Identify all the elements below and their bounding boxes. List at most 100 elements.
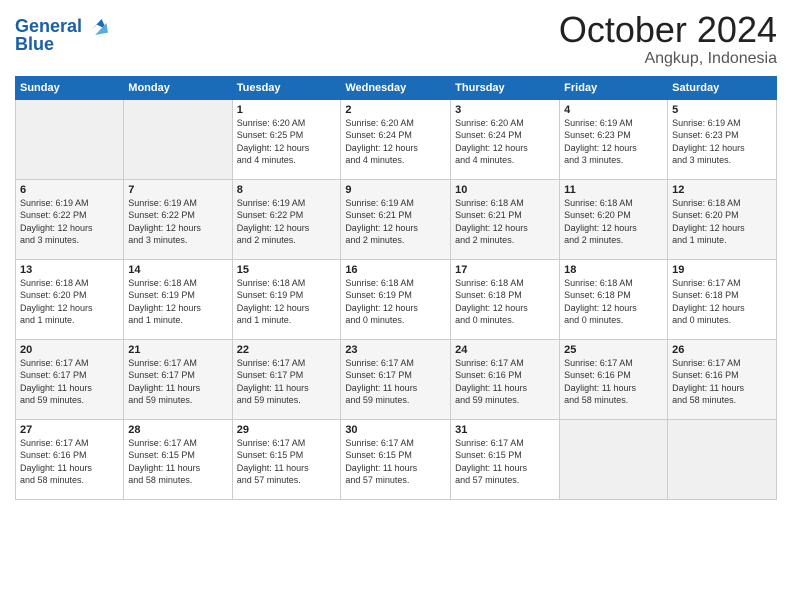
- day-number: 3: [455, 104, 555, 116]
- calendar-cell: 29Sunrise: 6:17 AM Sunset: 6:15 PM Dayli…: [232, 419, 341, 499]
- day-info: Sunrise: 6:19 AM Sunset: 6:23 PM Dayligh…: [564, 117, 663, 167]
- col-wednesday: Wednesday: [341, 76, 451, 99]
- calendar-cell: 4Sunrise: 6:19 AM Sunset: 6:23 PM Daylig…: [560, 99, 668, 179]
- day-info: Sunrise: 6:20 AM Sunset: 6:24 PM Dayligh…: [345, 117, 446, 167]
- day-info: Sunrise: 6:18 AM Sunset: 6:18 PM Dayligh…: [564, 277, 663, 327]
- day-info: Sunrise: 6:17 AM Sunset: 6:16 PM Dayligh…: [672, 357, 772, 407]
- day-number: 28: [128, 424, 227, 436]
- calendar-cell: 3Sunrise: 6:20 AM Sunset: 6:24 PM Daylig…: [451, 99, 560, 179]
- day-info: Sunrise: 6:19 AM Sunset: 6:22 PM Dayligh…: [237, 197, 337, 247]
- day-number: 24: [455, 344, 555, 356]
- calendar-cell: 11Sunrise: 6:18 AM Sunset: 6:20 PM Dayli…: [560, 179, 668, 259]
- day-info: Sunrise: 6:17 AM Sunset: 6:17 PM Dayligh…: [237, 357, 337, 407]
- day-info: Sunrise: 6:20 AM Sunset: 6:25 PM Dayligh…: [237, 117, 337, 167]
- calendar-cell: 21Sunrise: 6:17 AM Sunset: 6:17 PM Dayli…: [124, 339, 232, 419]
- day-number: 8: [237, 184, 337, 196]
- day-number: 26: [672, 344, 772, 356]
- calendar-table: Sunday Monday Tuesday Wednesday Thursday…: [15, 76, 777, 500]
- day-number: 31: [455, 424, 555, 436]
- day-info: Sunrise: 6:19 AM Sunset: 6:23 PM Dayligh…: [672, 117, 772, 167]
- day-number: 14: [128, 264, 227, 276]
- day-number: 16: [345, 264, 446, 276]
- calendar-cell: 18Sunrise: 6:18 AM Sunset: 6:18 PM Dayli…: [560, 259, 668, 339]
- calendar-cell: 15Sunrise: 6:18 AM Sunset: 6:19 PM Dayli…: [232, 259, 341, 339]
- calendar-cell: 12Sunrise: 6:18 AM Sunset: 6:20 PM Dayli…: [668, 179, 777, 259]
- calendar-week-2: 6Sunrise: 6:19 AM Sunset: 6:22 PM Daylig…: [16, 179, 777, 259]
- header: General Blue October 2024 Angkup, Indone…: [15, 10, 777, 68]
- calendar-cell: 1Sunrise: 6:20 AM Sunset: 6:25 PM Daylig…: [232, 99, 341, 179]
- day-number: 22: [237, 344, 337, 356]
- calendar-cell: 17Sunrise: 6:18 AM Sunset: 6:18 PM Dayli…: [451, 259, 560, 339]
- calendar-cell: 8Sunrise: 6:19 AM Sunset: 6:22 PM Daylig…: [232, 179, 341, 259]
- calendar-cell: 13Sunrise: 6:18 AM Sunset: 6:20 PM Dayli…: [16, 259, 124, 339]
- calendar-week-4: 20Sunrise: 6:17 AM Sunset: 6:17 PM Dayli…: [16, 339, 777, 419]
- calendar-cell: 9Sunrise: 6:19 AM Sunset: 6:21 PM Daylig…: [341, 179, 451, 259]
- day-info: Sunrise: 6:17 AM Sunset: 6:15 PM Dayligh…: [128, 437, 227, 487]
- day-info: Sunrise: 6:17 AM Sunset: 6:18 PM Dayligh…: [672, 277, 772, 327]
- calendar-cell: [16, 99, 124, 179]
- calendar-week-1: 1Sunrise: 6:20 AM Sunset: 6:25 PM Daylig…: [16, 99, 777, 179]
- day-number: 30: [345, 424, 446, 436]
- day-number: 29: [237, 424, 337, 436]
- day-info: Sunrise: 6:17 AM Sunset: 6:15 PM Dayligh…: [237, 437, 337, 487]
- day-info: Sunrise: 6:17 AM Sunset: 6:17 PM Dayligh…: [345, 357, 446, 407]
- day-number: 10: [455, 184, 555, 196]
- logo-blue-text: Blue: [15, 35, 54, 55]
- day-number: 19: [672, 264, 772, 276]
- calendar-cell: [124, 99, 232, 179]
- day-info: Sunrise: 6:18 AM Sunset: 6:20 PM Dayligh…: [672, 197, 772, 247]
- day-number: 18: [564, 264, 663, 276]
- calendar-cell: 30Sunrise: 6:17 AM Sunset: 6:15 PM Dayli…: [341, 419, 451, 499]
- day-number: 12: [672, 184, 772, 196]
- location: Angkup, Indonesia: [559, 50, 777, 68]
- day-info: Sunrise: 6:19 AM Sunset: 6:21 PM Dayligh…: [345, 197, 446, 247]
- title-section: October 2024 Angkup, Indonesia: [559, 10, 777, 68]
- day-info: Sunrise: 6:17 AM Sunset: 6:15 PM Dayligh…: [455, 437, 555, 487]
- calendar-cell: 20Sunrise: 6:17 AM Sunset: 6:17 PM Dayli…: [16, 339, 124, 419]
- day-info: Sunrise: 6:17 AM Sunset: 6:16 PM Dayligh…: [20, 437, 119, 487]
- day-info: Sunrise: 6:17 AM Sunset: 6:17 PM Dayligh…: [20, 357, 119, 407]
- day-info: Sunrise: 6:19 AM Sunset: 6:22 PM Dayligh…: [20, 197, 119, 247]
- month-title: October 2024: [559, 10, 777, 50]
- calendar-week-5: 27Sunrise: 6:17 AM Sunset: 6:16 PM Dayli…: [16, 419, 777, 499]
- day-info: Sunrise: 6:17 AM Sunset: 6:17 PM Dayligh…: [128, 357, 227, 407]
- calendar-cell: 19Sunrise: 6:17 AM Sunset: 6:18 PM Dayli…: [668, 259, 777, 339]
- calendar-week-3: 13Sunrise: 6:18 AM Sunset: 6:20 PM Dayli…: [16, 259, 777, 339]
- calendar-cell: 10Sunrise: 6:18 AM Sunset: 6:21 PM Dayli…: [451, 179, 560, 259]
- day-number: 13: [20, 264, 119, 276]
- day-info: Sunrise: 6:17 AM Sunset: 6:16 PM Dayligh…: [455, 357, 555, 407]
- day-info: Sunrise: 6:18 AM Sunset: 6:20 PM Dayligh…: [20, 277, 119, 327]
- calendar-cell: 14Sunrise: 6:18 AM Sunset: 6:19 PM Dayli…: [124, 259, 232, 339]
- col-monday: Monday: [124, 76, 232, 99]
- header-row: Sunday Monday Tuesday Wednesday Thursday…: [16, 76, 777, 99]
- day-info: Sunrise: 6:18 AM Sunset: 6:19 PM Dayligh…: [128, 277, 227, 327]
- day-number: 5: [672, 104, 772, 116]
- day-number: 21: [128, 344, 227, 356]
- calendar-cell: 28Sunrise: 6:17 AM Sunset: 6:15 PM Dayli…: [124, 419, 232, 499]
- col-friday: Friday: [560, 76, 668, 99]
- col-saturday: Saturday: [668, 76, 777, 99]
- day-info: Sunrise: 6:20 AM Sunset: 6:24 PM Dayligh…: [455, 117, 555, 167]
- col-tuesday: Tuesday: [232, 76, 341, 99]
- day-number: 17: [455, 264, 555, 276]
- day-number: 27: [20, 424, 119, 436]
- day-info: Sunrise: 6:19 AM Sunset: 6:22 PM Dayligh…: [128, 197, 227, 247]
- calendar-cell: 7Sunrise: 6:19 AM Sunset: 6:22 PM Daylig…: [124, 179, 232, 259]
- calendar-cell: 24Sunrise: 6:17 AM Sunset: 6:16 PM Dayli…: [451, 339, 560, 419]
- calendar-cell: 26Sunrise: 6:17 AM Sunset: 6:16 PM Dayli…: [668, 339, 777, 419]
- calendar-cell: 22Sunrise: 6:17 AM Sunset: 6:17 PM Dayli…: [232, 339, 341, 419]
- day-number: 25: [564, 344, 663, 356]
- logo: General Blue: [15, 15, 108, 55]
- day-number: 6: [20, 184, 119, 196]
- day-number: 20: [20, 344, 119, 356]
- calendar-cell: 6Sunrise: 6:19 AM Sunset: 6:22 PM Daylig…: [16, 179, 124, 259]
- calendar-cell: [668, 419, 777, 499]
- day-info: Sunrise: 6:17 AM Sunset: 6:16 PM Dayligh…: [564, 357, 663, 407]
- day-number: 4: [564, 104, 663, 116]
- day-info: Sunrise: 6:18 AM Sunset: 6:20 PM Dayligh…: [564, 197, 663, 247]
- col-sunday: Sunday: [16, 76, 124, 99]
- page-container: General Blue October 2024 Angkup, Indone…: [0, 0, 792, 612]
- logo-icon: [84, 15, 108, 39]
- calendar-cell: 27Sunrise: 6:17 AM Sunset: 6:16 PM Dayli…: [16, 419, 124, 499]
- day-info: Sunrise: 6:18 AM Sunset: 6:19 PM Dayligh…: [237, 277, 337, 327]
